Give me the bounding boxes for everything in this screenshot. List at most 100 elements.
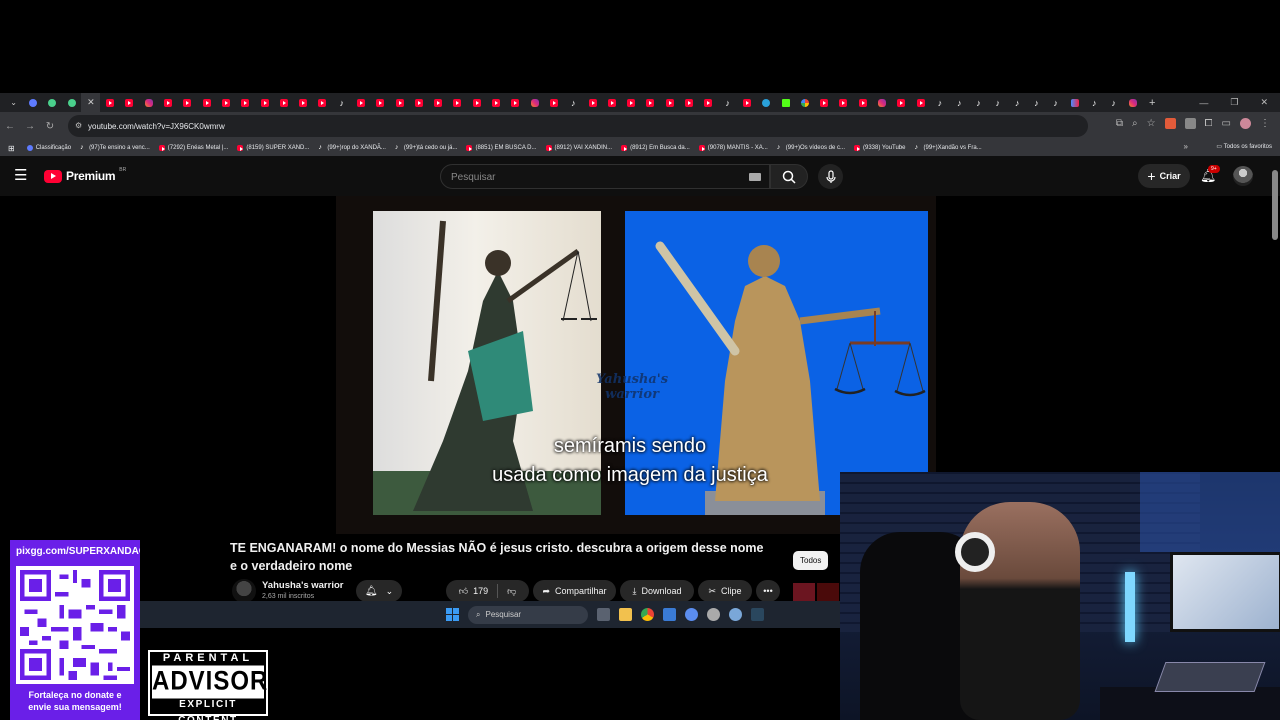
channel-avatar[interactable] [232, 579, 256, 603]
sidebar-icon[interactable]: ▭ [1222, 118, 1231, 129]
browser-tab[interactable] [351, 93, 370, 112]
url-field[interactable]: ⚙ youtube.com/watch?v=JX96CK0wmrw [68, 115, 1088, 137]
browser-tab[interactable] [236, 93, 255, 112]
new-tab-button[interactable]: + [1143, 93, 1162, 112]
browser-tab[interactable]: ♪ [969, 93, 988, 112]
bookmark-item[interactable]: ♪ (97)Te ensino a venc... [80, 144, 150, 151]
settings-icon[interactable] [729, 608, 742, 621]
recommended-thumbnails[interactable] [793, 583, 839, 601]
close-tab-icon[interactable]: ✕ [87, 97, 95, 108]
keyboard-icon[interactable] [749, 173, 761, 181]
forward-icon[interactable]: → [20, 116, 40, 136]
clip-button[interactable]: ✂ Clipe [698, 580, 752, 602]
close-window-icon[interactable]: ✕ [1260, 97, 1268, 108]
filter-chip-all[interactable]: Todos [793, 551, 829, 570]
browser-tab[interactable] [814, 93, 833, 112]
browser-menu-icon[interactable]: ⋮ [1260, 118, 1270, 129]
browser-tab[interactable] [100, 93, 119, 112]
browser-tab[interactable] [178, 93, 197, 112]
minimize-icon[interactable]: — [1199, 98, 1208, 108]
account-avatar[interactable] [1233, 166, 1253, 186]
browser-tab[interactable] [1065, 93, 1084, 112]
browser-tab[interactable] [737, 93, 756, 112]
bookmark-item[interactable]: (7292) Enéas Metal |... [158, 145, 228, 151]
browser-tab[interactable] [429, 93, 448, 112]
site-info-icon[interactable]: ⚙ [75, 121, 82, 130]
browser-tab[interactable] [699, 93, 718, 112]
bookmark-item[interactable]: (8912) VAI XANDIN... [545, 145, 612, 151]
bookmark-item[interactable]: ♪ (99+)Xandão vs Fra... [914, 144, 981, 151]
browser-tab[interactable] [776, 93, 795, 112]
app-icon[interactable] [685, 608, 698, 621]
apps-grid-icon[interactable]: ⊞ [8, 144, 15, 153]
bookmark-item[interactable]: (8912) Em Busca da... [621, 145, 690, 151]
browser-tab[interactable]: ♪ [1046, 93, 1065, 112]
browser-tab[interactable] [1123, 93, 1142, 112]
search-button[interactable] [770, 164, 808, 189]
browser-tab[interactable] [622, 93, 641, 112]
page-scrollbar[interactable] [1272, 170, 1278, 240]
bookmark-item[interactable]: ♪ (99+)rop do XANDÃ... [318, 144, 386, 151]
like-button[interactable]: 👍︎ 179 [459, 586, 488, 597]
browser-tab[interactable] [506, 93, 525, 112]
create-button[interactable]: + Criar [1138, 164, 1190, 188]
steam-icon[interactable] [751, 608, 764, 621]
back-icon[interactable]: ← [0, 116, 20, 136]
extensions-puzzle-icon[interactable]: ⧠ [1205, 118, 1213, 129]
browser-tab[interactable] [757, 93, 776, 112]
bookmark-item[interactable]: (9078) MANTIS - XA... [698, 145, 768, 151]
voice-search-button[interactable] [818, 164, 843, 189]
browser-tab[interactable] [467, 93, 486, 112]
browser-tab[interactable] [448, 93, 467, 112]
task-view-icon[interactable] [597, 608, 610, 621]
app-icon[interactable] [663, 608, 676, 621]
browser-tab[interactable] [409, 93, 428, 112]
browser-tab[interactable]: ♪ [332, 93, 351, 112]
browser-tab[interactable] [853, 93, 872, 112]
install-app-icon[interactable]: ⧉ [1116, 118, 1123, 129]
reload-icon[interactable]: ↻ [40, 116, 60, 136]
browser-tab[interactable] [525, 93, 544, 112]
bookmark-item[interactable]: Classificação [26, 145, 71, 151]
browser-tab[interactable]: ♪ [1104, 93, 1123, 112]
bookmark-item[interactable]: ♪ (99+)tá cedo ou já... [395, 144, 458, 151]
bookmark-item[interactable]: (8159) SUPER XAND... [237, 145, 309, 151]
browser-tab[interactable] [641, 93, 660, 112]
browser-tab[interactable] [62, 93, 81, 112]
browser-tab[interactable] [197, 93, 216, 112]
browser-tab[interactable] [43, 93, 62, 112]
taskbar-search-input[interactable]: ⌕ Pesquisar [468, 605, 588, 624]
bookmark-star-icon[interactable]: ☆ [1147, 118, 1156, 129]
browser-tab[interactable] [911, 93, 930, 112]
browser-tab[interactable] [679, 93, 698, 112]
download-button[interactable]: ⤓ Download [620, 580, 694, 602]
browser-tab[interactable] [120, 93, 139, 112]
browser-tab[interactable]: ♪ [1027, 93, 1046, 112]
profile-avatar[interactable] [1240, 118, 1251, 129]
browser-tab[interactable] [139, 93, 158, 112]
browser-tab[interactable]: ♪ [564, 93, 583, 112]
subscription-notifications-button[interactable]: 🔔︎ ⌄ [356, 580, 402, 602]
browser-tab[interactable] [293, 93, 312, 112]
browser-tab[interactable] [583, 93, 602, 112]
browser-tab[interactable] [660, 93, 679, 112]
browser-tab[interactable] [544, 93, 563, 112]
chrome-icon[interactable] [641, 608, 654, 621]
obs-icon[interactable] [707, 608, 720, 621]
browser-tab[interactable] [872, 93, 891, 112]
browser-tab[interactable] [274, 93, 293, 112]
browser-tab[interactable] [371, 93, 390, 112]
windows-start-icon[interactable] [446, 608, 459, 621]
browser-tab[interactable] [313, 93, 332, 112]
browser-tab[interactable]: ♪ [1007, 93, 1026, 112]
bookmark-item[interactable]: ♪ (99+)Os vídeos de c... [777, 144, 845, 151]
browser-tab[interactable] [390, 93, 409, 112]
more-actions-button[interactable]: ••• [756, 580, 780, 602]
bookmark-item[interactable]: (9338) YouTube [854, 145, 905, 151]
dislike-button[interactable]: 👎︎ [507, 586, 516, 597]
maximize-icon[interactable]: ❐ [1230, 97, 1238, 108]
browser-tab[interactable]: ♪ [930, 93, 949, 112]
file-explorer-icon[interactable] [619, 608, 632, 621]
browser-tab[interactable]: ♪ [718, 93, 737, 112]
browser-tab[interactable] [23, 93, 42, 112]
